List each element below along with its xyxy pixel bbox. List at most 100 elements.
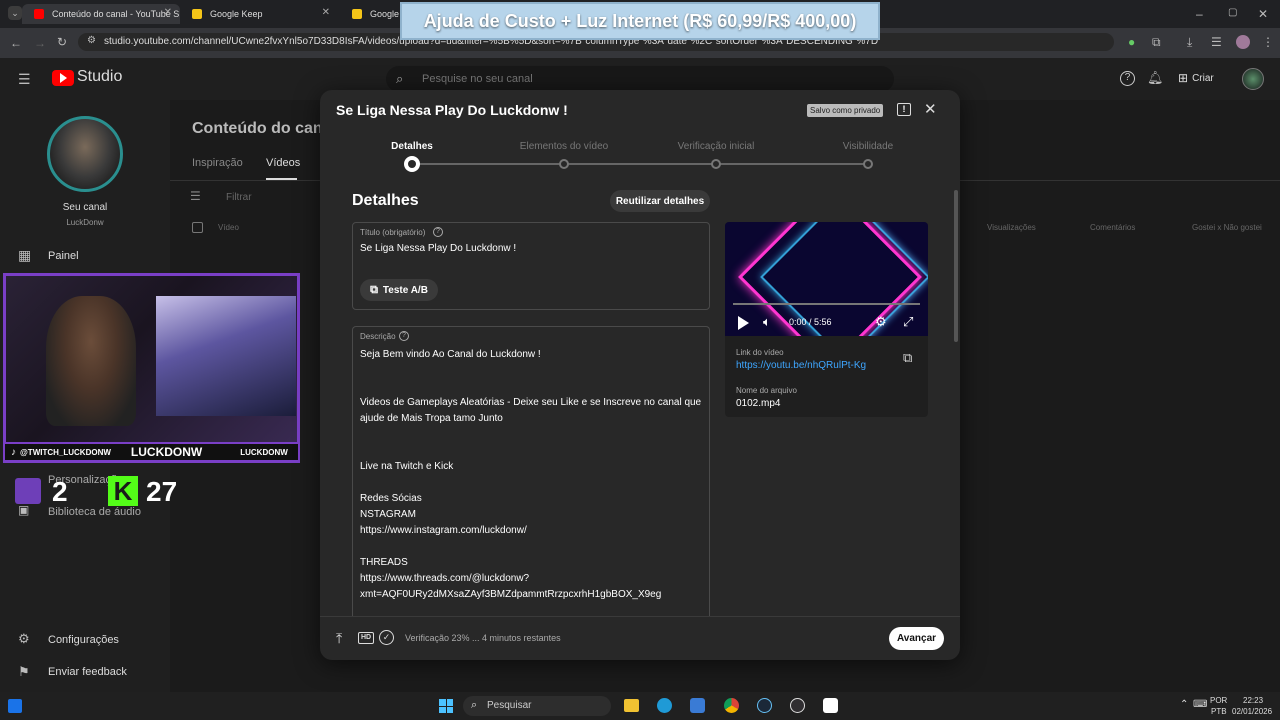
description-line: Videos de Gameplays Aleatórias - Deixe s… xyxy=(360,397,702,408)
hd-icon: HD xyxy=(358,632,374,644)
taskbar-search[interactable]: ⌕ Pesquisar xyxy=(463,696,611,716)
twitch-logo-icon xyxy=(15,478,41,504)
channel-avatar[interactable] xyxy=(47,116,123,192)
notifications-bell-icon[interactable]: 🔔︎ xyxy=(1147,71,1164,84)
description-help-icon[interactable]: ? xyxy=(399,331,409,341)
settings-gear-icon: ⚙ xyxy=(18,631,30,646)
ab-test-label: Teste A/B xyxy=(382,284,428,296)
title-help-icon[interactable]: ? xyxy=(433,227,443,237)
help-icon[interactable]: ? xyxy=(1120,71,1135,86)
language-top[interactable]: POR xyxy=(1210,696,1227,705)
filename-label: Nome do arquivo xyxy=(736,386,797,395)
filter-label[interactable]: Filtrar xyxy=(226,192,252,203)
step-verificacao-label[interactable]: Verificação inicial xyxy=(656,141,776,152)
forward-icon[interactable]: → xyxy=(34,37,46,49)
copy-link-icon[interactable]: ⧉ xyxy=(903,350,912,366)
description-line xyxy=(360,539,705,555)
back-icon[interactable]: ← xyxy=(10,37,22,49)
donation-goal-text: Ajuda de Custo + Luz Internet (R$ 60,99/… xyxy=(423,10,857,31)
description-line xyxy=(360,443,705,459)
upload-dialog: Se Liga Nessa Play Do Luckdonw ! Salvo c… xyxy=(320,90,960,660)
step-elementos-dot[interactable] xyxy=(559,159,569,169)
minimize-window-icon[interactable]: – xyxy=(1196,8,1203,20)
clock-date[interactable]: 02/01/2026 xyxy=(1232,707,1272,716)
player-settings-icon[interactable]: ⚙ xyxy=(875,314,887,330)
report-issue-icon[interactable]: ! xyxy=(897,103,911,116)
title-field[interactable]: Título (obrigatório) ? Se Liga Nessa Pla… xyxy=(352,222,710,310)
check-circle-icon: ✓ xyxy=(379,630,394,645)
sidebar-item-enviar-feedback[interactable]: Enviar feedback xyxy=(48,666,127,678)
kick-logo-letter: K xyxy=(113,476,133,506)
step-verificacao-dot[interactable] xyxy=(711,159,721,169)
video-progress-track[interactable] xyxy=(733,303,920,305)
play-icon[interactable] xyxy=(738,316,749,330)
reuse-details-button[interactable]: Reutilizar detalhes xyxy=(610,190,710,212)
clock-time[interactable]: 22:23 xyxy=(1243,696,1263,705)
network-icon[interactable]: ⌨ xyxy=(1193,699,1207,710)
edge-browser-icon[interactable] xyxy=(657,698,672,713)
tab-inspiracao[interactable]: Inspiração xyxy=(192,157,243,169)
browser-menu-icon[interactable]: ⋮ xyxy=(1262,36,1274,48)
browser-tab-keep-1[interactable]: Google Keep ✕ xyxy=(180,4,338,24)
step-detalhes-label[interactable]: Detalhes xyxy=(352,141,472,152)
channel-search-input[interactable]: ⌕ Pesquise no seu canal xyxy=(386,66,894,92)
site-info-icon[interactable]: ⚙ xyxy=(87,36,96,46)
extension-icon[interactable]: ● xyxy=(1128,36,1135,48)
reload-icon[interactable]: ↻ xyxy=(57,36,67,48)
fullscreen-icon[interactable]: ⤢ xyxy=(903,314,913,330)
close-tab-icon[interactable]: ✕ xyxy=(164,7,172,18)
windows-taskbar: ⌕ Pesquisar ⌃ ⌨ POR PTB 22:23 02/01/2026 xyxy=(0,692,1280,720)
steam-icon[interactable] xyxy=(757,698,772,713)
page-title: Conteúdo do canal xyxy=(192,120,336,137)
close-tab-icon[interactable]: ✕ xyxy=(322,7,330,18)
ab-test-button[interactable]: ⧉ Teste A/B xyxy=(360,279,438,301)
sidebar-item-painel[interactable]: Painel xyxy=(48,250,79,262)
select-all-checkbox[interactable] xyxy=(192,222,203,233)
hamburger-menu-icon[interactable]: ☰ xyxy=(18,72,31,86)
twitch-follower-count: 2 xyxy=(52,476,68,507)
description-field[interactable]: Descrição ? Seja Bem vindo Ao Canal do L… xyxy=(352,326,710,616)
description-line xyxy=(360,379,705,395)
widgets-icon[interactable] xyxy=(8,699,22,713)
download-icon[interactable]: ⤓ xyxy=(1187,36,1192,48)
obs-icon[interactable] xyxy=(790,698,805,713)
tab-list-icon[interactable]: ⌄ xyxy=(8,6,22,20)
capcut-icon[interactable] xyxy=(823,698,838,713)
next-button[interactable]: Avançar xyxy=(889,627,944,650)
youtube-logo-icon[interactable] xyxy=(52,70,74,86)
store-icon[interactable] xyxy=(690,698,705,713)
puzzle-extensions-icon[interactable]: ⧉ xyxy=(1152,36,1161,48)
step-visibilidade-label[interactable]: Visibilidade xyxy=(808,141,928,152)
sidebar-item-configuracoes[interactable]: Configurações xyxy=(48,634,119,646)
file-explorer-icon[interactable] xyxy=(624,699,639,712)
stepper-line xyxy=(412,163,868,165)
filter-icon[interactable]: ☰ xyxy=(190,190,201,202)
dialog-scrollbar[interactable] xyxy=(954,190,958,342)
start-menu-icon[interactable] xyxy=(439,699,453,713)
video-thumbnail[interactable]: 🔈︎ 0:00 / 5:56 ⚙ ⤢ xyxy=(725,222,928,336)
video-link[interactable]: https://youtu.be/nhQRulPt-Kg xyxy=(736,360,866,371)
step-elementos-label[interactable]: Elementos do vídeo xyxy=(504,141,624,152)
chrome-icon[interactable] xyxy=(724,698,739,713)
description-line: xmt=AQF0URy2dMXsaZAyf3BMZdpammtRrzpcxrhH… xyxy=(360,589,662,600)
language-bottom[interactable]: PTB xyxy=(1211,707,1227,716)
close-dialog-icon[interactable]: ✕ xyxy=(924,100,937,118)
column-likes: Gostei x Não gostei xyxy=(1192,223,1262,232)
browser-tab-youtube[interactable]: Conteúdo do canal - YouTube S ✕ xyxy=(22,4,180,24)
step-detalhes-dot[interactable] xyxy=(404,156,420,172)
streamer-name: LUCKDONW xyxy=(130,445,203,459)
step-visibilidade-dot[interactable] xyxy=(863,159,873,169)
create-button[interactable]: ⊞ Criar xyxy=(1178,68,1214,88)
kick-logo-icon: K xyxy=(108,476,138,506)
description-field-label: Descrição xyxy=(360,332,396,341)
tray-chevron-icon[interactable]: ⌃ xyxy=(1180,699,1188,710)
profile-avatar-icon[interactable] xyxy=(1236,35,1250,49)
volume-icon[interactable]: 🔈︎ xyxy=(763,314,771,330)
media-controls-icon[interactable]: ☰ xyxy=(1211,36,1222,48)
close-window-icon[interactable]: ✕ xyxy=(1258,8,1268,20)
maximize-window-icon[interactable]: ▢ xyxy=(1228,8,1237,18)
account-avatar[interactable] xyxy=(1242,68,1264,90)
tab-videos[interactable]: Vídeos xyxy=(266,157,300,169)
taskbar-search-icon: ⌕ xyxy=(471,699,478,711)
video-preview-card: 🔈︎ 0:00 / 5:56 ⚙ ⤢ Link do vídeo https:/… xyxy=(725,222,928,417)
